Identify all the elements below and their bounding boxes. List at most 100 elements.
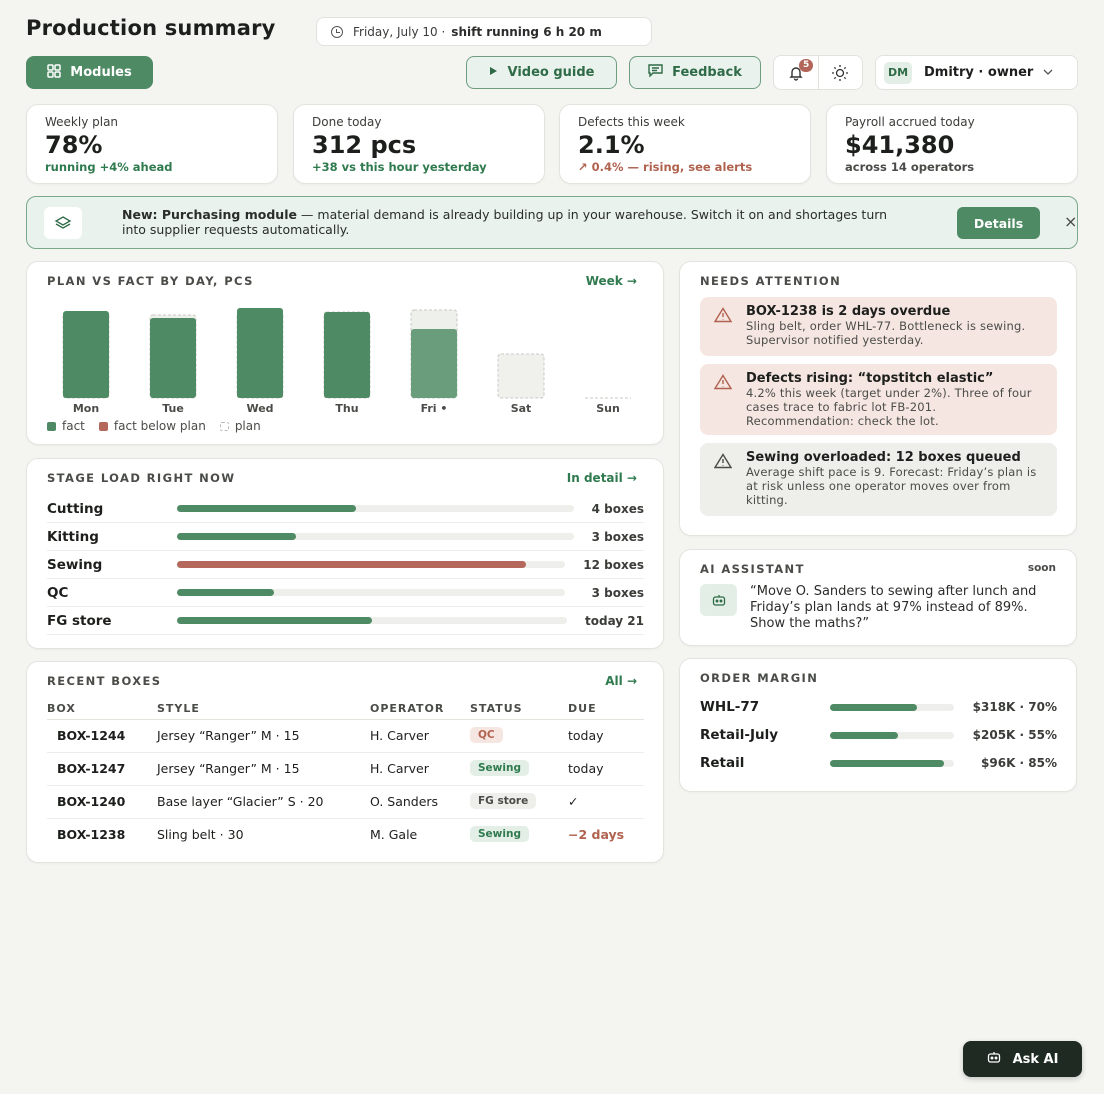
fact-bar-thu (324, 312, 370, 398)
stage-bar-fill (177, 617, 372, 624)
shift-status: Friday, July 10 · shift running 6 h 20 m (316, 17, 652, 46)
margin-bar-fill (830, 731, 899, 739)
col-operator: OPERATOR (370, 702, 445, 715)
banner-text: New: Purchasing module — material demand… (122, 207, 902, 237)
stat-value: 312 pcs (312, 131, 417, 159)
stage-count: 3 boxes (591, 529, 644, 544)
x-tick-label: Sat (511, 402, 532, 415)
recent-boxes-title: RECENT BOXES (47, 674, 162, 688)
grid-icon (47, 63, 62, 82)
stat-defects: Defects this week 2.1% ↗ 0.4% — rising, … (559, 104, 811, 184)
stage-bar (177, 617, 567, 624)
stage-bar-fill (177, 561, 527, 568)
margin-value: $96K · 85% (981, 756, 1057, 770)
page-title: Production summary (26, 16, 276, 40)
plan-vs-fact-card: PLAN VS FACT BY DAY, PCS Week → Mon Tue We… (26, 261, 664, 445)
box-id: BOX-1244 (57, 728, 126, 743)
stage-name: QC (47, 584, 69, 601)
stage-bar-fill (177, 505, 356, 512)
x-tick-label: Mon (73, 402, 99, 415)
stage-count: 12 boxes (583, 557, 644, 572)
alert-item[interactable]: Defects rising: “topstitch elastic” 4.2% … (700, 364, 1057, 435)
margin-value: $318K · 70% (972, 700, 1057, 714)
notifications-button[interactable]: 5 (774, 56, 818, 89)
warning-icon (713, 307, 733, 327)
alert-item[interactable]: Sewing overloaded: 12 boxes queued Averag… (700, 443, 1057, 516)
table-row[interactable]: BOX-1244 Jersey “Ranger” M · 15 H. Carver Q… (47, 720, 644, 753)
feedback-button[interactable]: Feedback (629, 56, 761, 89)
alert-title: Sewing overloaded: 12 boxes queued (746, 450, 1021, 465)
details-button[interactable]: Details (957, 207, 1040, 239)
margin-row: Retail-July $205K · 55% (700, 721, 1057, 749)
ask-ai-label: Ask AI (1012, 1051, 1059, 1067)
x-tick-label: Fri • (421, 402, 448, 415)
modules-button[interactable]: Modules (26, 56, 153, 89)
stage-bar-fill (177, 533, 297, 540)
header-icon-bar: 5 (773, 55, 863, 90)
col-box: BOX (47, 702, 76, 715)
table-row[interactable]: BOX-1247 Jersey “Ranger” M · 15 H. Carver S… (47, 753, 644, 786)
warning-icon (713, 453, 733, 473)
stage-bar (177, 533, 574, 540)
stat-label: Payroll accrued today (845, 115, 975, 129)
stage-bar (177, 561, 565, 568)
margin-bar (830, 759, 954, 767)
table-row[interactable]: BOX-1238 Sling belt · 30 M. Gale Sewing −2 d… (47, 819, 644, 852)
stage-name: Cutting (47, 500, 104, 517)
in-detail-link[interactable]: In detail → (567, 471, 637, 485)
shift-running: shift running 6 h 20 m (451, 24, 602, 39)
needs-attention-title: NEEDS ATTENTION (700, 274, 842, 288)
clock-icon (331, 25, 343, 38)
purchasing-banner: New: Purchasing module — material demand… (26, 196, 1078, 249)
plan-bar-sat (497, 353, 545, 399)
stage-load-card: STAGE LOAD RIGHT NOW In detail → Cutting… (26, 458, 664, 649)
theme-toggle[interactable] (817, 56, 863, 89)
ai-suggestion[interactable]: “Move O. Sanders to sewing after lunch a… (750, 584, 1060, 632)
robot-icon (987, 1051, 1001, 1067)
legend-plan: plan (219, 419, 261, 433)
plan-vs-fact-chart: Mon Tue Wed Thu Fri • Sat Sun (62, 308, 631, 415)
ask-ai-button[interactable]: Ask AI (963, 1041, 1082, 1077)
ai-assistant-card: AI ASSISTANT soon “Move O. Sanders to se… (679, 549, 1077, 646)
status-badge: Sewing (470, 826, 529, 842)
x-tick-label: Sun (596, 402, 620, 415)
stage-name: Kitting (47, 528, 99, 545)
col-status: STATUS (470, 702, 523, 715)
video-guide-button[interactable]: Video guide (466, 56, 617, 89)
table-header: BOX STYLE OPERATOR STATUS DUE (47, 702, 644, 720)
box-due: today (568, 761, 604, 776)
x-tick-label: Tue (162, 402, 184, 415)
alert-title: Defects rising: “topstitch elastic” (746, 371, 994, 386)
stat-value: 78% (45, 131, 103, 159)
stage-row: Cutting 4 boxes (47, 495, 644, 523)
stat-done-today: Done today 312 pcs +38 vs this hour yest… (293, 104, 545, 184)
video-guide-label: Video guide (507, 65, 595, 80)
stage-count: 3 boxes (591, 585, 644, 600)
table-row[interactable]: BOX-1240 Base layer “Glacier” S · 20 O. Sa… (47, 786, 644, 819)
box-operator: O. Sanders (370, 794, 439, 809)
stat-payroll: Payroll accrued today $41,380 across 14 … (826, 104, 1078, 184)
close-icon[interactable]: × (1064, 212, 1077, 231)
margin-row: WHL-77 $318K · 70% (700, 693, 1057, 721)
stat-label: Done today (312, 115, 382, 129)
margin-bar (830, 731, 954, 739)
box-due: −2 days (568, 827, 625, 842)
alert-text: 4.2% this week (target under 2%). Three … (746, 386, 1032, 428)
play-icon (488, 65, 498, 80)
banner-bold: New: Purchasing module (122, 207, 297, 222)
modules-label: Modules (70, 65, 132, 80)
margin-bar-fill (830, 759, 945, 767)
margin-bar-fill (830, 703, 917, 711)
user-menu[interactable]: DM Dmitry · owner (875, 55, 1078, 90)
alert-item[interactable]: BOX-1238 is 2 days overdue Sling belt, or… (700, 297, 1057, 356)
shift-date: Friday, July 10 · (353, 24, 446, 39)
all-link[interactable]: All → (605, 674, 637, 688)
order-margin-card: ORDER MARGIN WHL-77 $318K · 70% Retail-Jul… (679, 658, 1077, 792)
user-name: Dmitry · owner (924, 65, 1034, 80)
status-badge: QC (470, 727, 503, 743)
box-style: Jersey “Ranger” M · 15 (157, 728, 300, 743)
order-margin-title: ORDER MARGIN (700, 671, 819, 685)
warning-icon (713, 374, 733, 394)
layers-icon (44, 207, 82, 239)
box-operator: M. Gale (370, 827, 418, 842)
